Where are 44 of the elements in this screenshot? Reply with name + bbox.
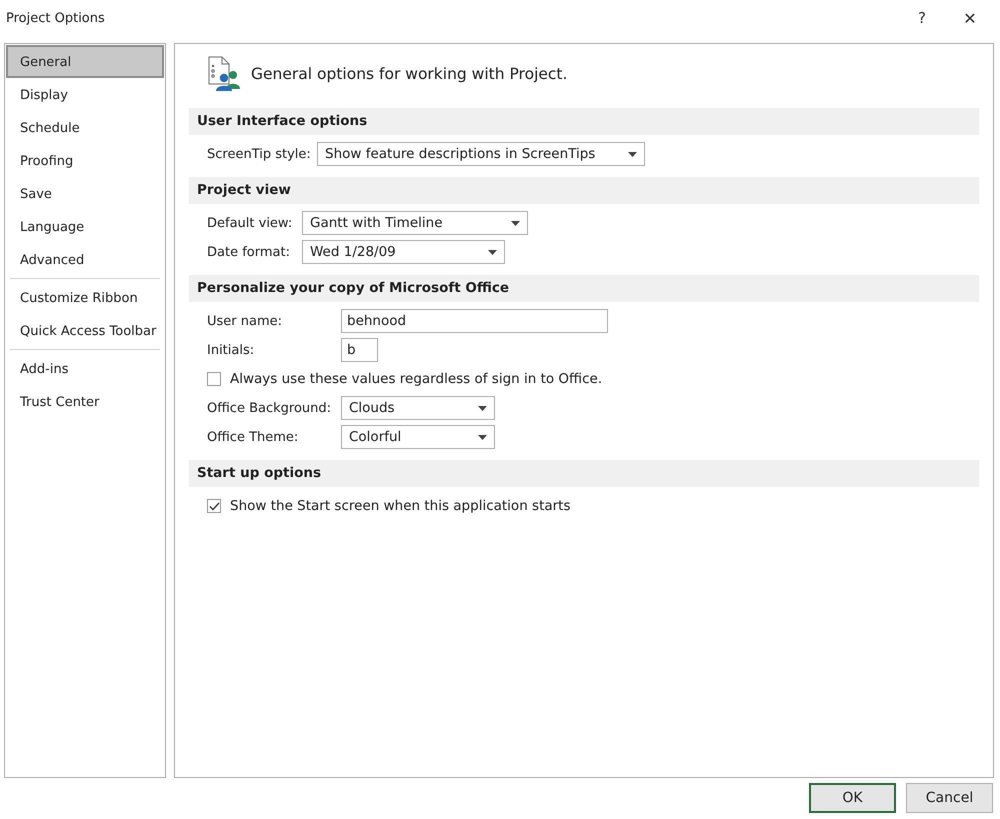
sidebar-item[interactable]: Trust Center xyxy=(6,385,164,418)
sidebar-item[interactable]: Advanced xyxy=(6,243,164,276)
close-button[interactable]: ✕ xyxy=(946,2,994,34)
sidebar-item[interactable]: Save xyxy=(6,177,164,210)
checkbox-label: Show the Start screen when this application starts xyxy=(230,498,571,514)
section-header: User Interface options xyxy=(189,108,979,135)
sidebar-item[interactable]: General xyxy=(6,45,164,78)
sidebar-item[interactable]: Quick Access Toolbar xyxy=(6,314,164,347)
section-header: Project view xyxy=(189,177,979,204)
caret-icon xyxy=(511,220,520,226)
dropdown[interactable]: Colorful xyxy=(341,425,495,449)
checkbox-label: Always use these values regardless of sign in to Office. xyxy=(230,371,602,387)
sidebar-item[interactable]: Add-ins xyxy=(6,352,164,385)
sidebar-item[interactable]: Proofing xyxy=(6,144,164,177)
caret-icon xyxy=(488,250,497,254)
field-label: User name: xyxy=(207,314,284,328)
checkbox[interactable] xyxy=(207,499,221,513)
help-button[interactable]: ? xyxy=(898,2,946,34)
dropdown[interactable]: Clouds xyxy=(341,396,495,420)
section-header: Start up options xyxy=(189,460,979,487)
dropdown[interactable]: Wed 1/28/09 xyxy=(302,240,505,264)
text-field[interactable]: behnood xyxy=(341,309,608,333)
panel-heading: General options for working with Project. xyxy=(251,65,568,83)
sidebar-item[interactable]: Customize Ribbon xyxy=(6,281,164,314)
window-title: Project Options xyxy=(6,10,106,26)
field-label: Office Background: xyxy=(207,400,332,416)
checkbox[interactable] xyxy=(207,372,221,386)
caret-icon xyxy=(478,434,487,440)
caret-icon xyxy=(478,406,487,410)
field-label: Date format: xyxy=(207,244,291,260)
cancel-button[interactable]: Cancel xyxy=(906,783,993,813)
field-label: Office Theme: xyxy=(207,430,300,444)
sidebar-item[interactable]: Schedule xyxy=(6,111,164,144)
field-label: ScreenTip style: xyxy=(207,146,312,162)
dropdown[interactable]: Show feature descriptions in ScreenTips xyxy=(317,142,645,166)
field-label: Initials: xyxy=(207,342,256,358)
dropdown[interactable]: Gantt with Timeline xyxy=(302,211,528,235)
ok-button[interactable]: OK xyxy=(809,783,896,813)
sidebar-item[interactable]: Display xyxy=(6,78,164,111)
section-header: Personalize your copy of Microsoft Office xyxy=(189,275,979,302)
caret-icon xyxy=(628,152,637,156)
field-label: Default view: xyxy=(207,216,294,230)
sidebar-item[interactable]: Language xyxy=(6,210,164,243)
text-field[interactable]: b xyxy=(341,338,378,362)
